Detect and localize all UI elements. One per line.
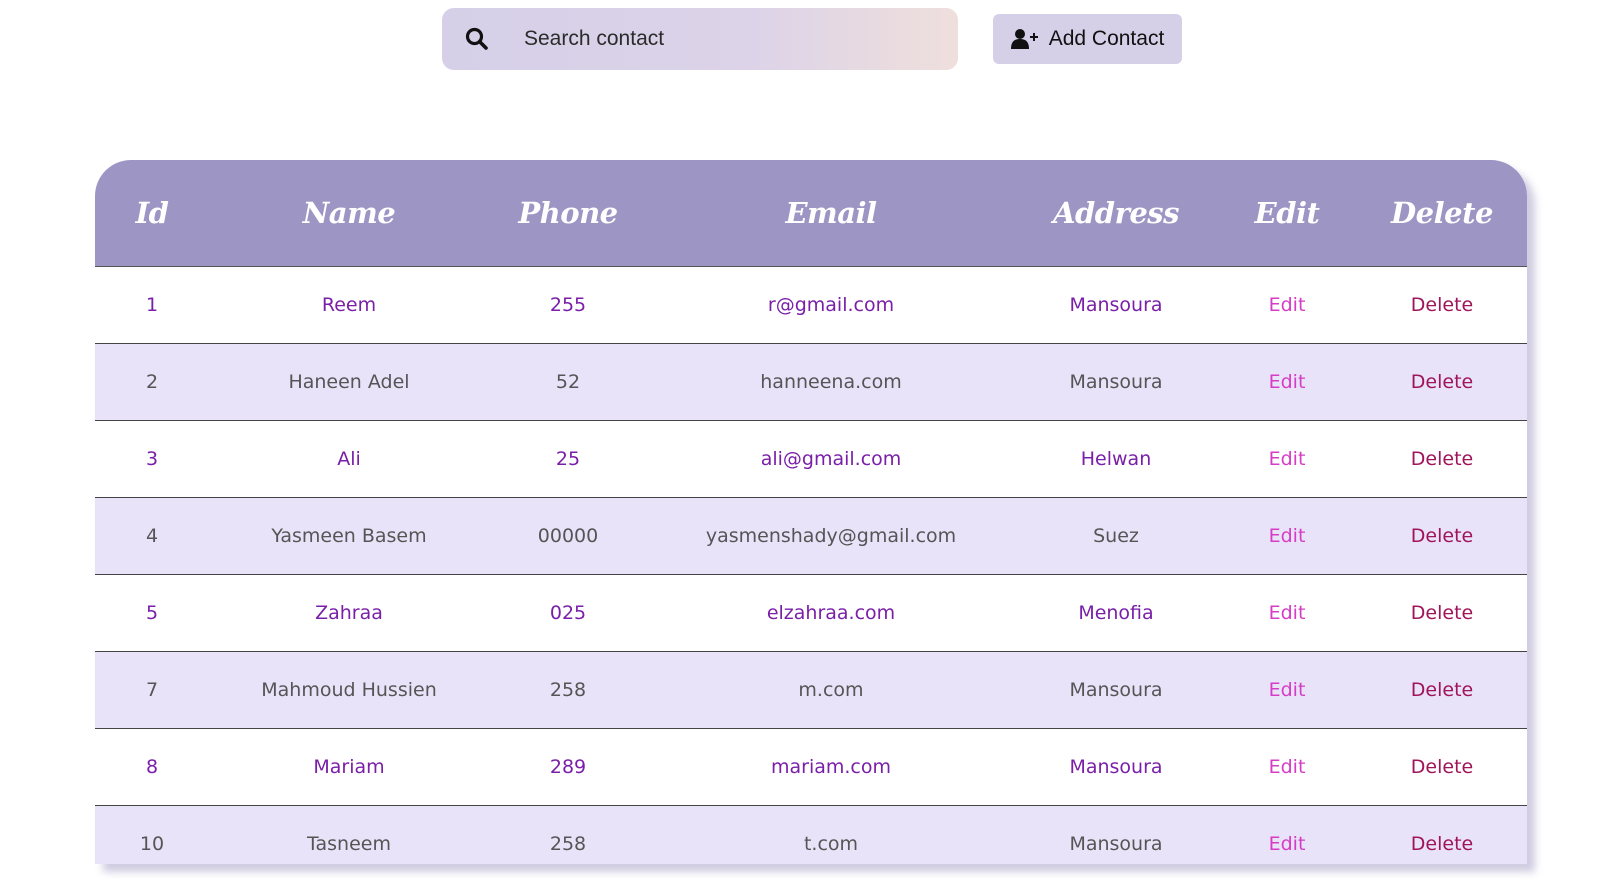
cell-email: m.com: [647, 651, 1015, 729]
add-contact-button[interactable]: Add Contact: [993, 14, 1182, 64]
cell-phone: 52: [489, 343, 647, 421]
cell-name: Zahraa: [209, 574, 489, 652]
edit-link[interactable]: Edit: [1217, 497, 1357, 575]
cell-email: yasmenshady@gmail.com: [647, 497, 1015, 575]
cell-id: 1: [95, 266, 209, 344]
cell-address: Mansoura: [1015, 343, 1217, 421]
header-name: Name: [209, 160, 489, 267]
edit-link[interactable]: Edit: [1217, 651, 1357, 729]
cell-name: Reem: [209, 266, 489, 344]
cell-address: Helwan: [1015, 420, 1217, 498]
header-id: Id: [95, 160, 209, 267]
search-input[interactable]: [524, 8, 944, 70]
header-email: Email: [647, 160, 1015, 267]
edit-link[interactable]: Edit: [1217, 266, 1357, 344]
table-row: 3 Ali 25 ali@gmail.com Helwan Edit Delet…: [95, 420, 1527, 498]
delete-link[interactable]: Delete: [1357, 266, 1527, 344]
cell-address: Mansoura: [1015, 728, 1217, 806]
cell-id: 4: [95, 497, 209, 575]
delete-link[interactable]: Delete: [1357, 574, 1527, 652]
add-user-icon: [1010, 29, 1038, 49]
cell-email: mariam.com: [647, 728, 1015, 806]
cell-email: t.com: [803, 832, 859, 855]
table-row: 2 Haneen Adel 52 hanneena.com Mansoura E…: [95, 343, 1527, 421]
table-row: 10 Tasneem 258 t.com Mansoura Edit Delet…: [95, 805, 1527, 864]
table-row: 8 Mariam 289 mariam.com Mansoura Edit De…: [95, 728, 1527, 806]
cell-id: 10: [139, 832, 165, 855]
cell-name: Mahmoud Hussien: [209, 651, 489, 729]
header-phone: Phone: [489, 160, 647, 267]
cell-email: ali@gmail.com: [647, 420, 1015, 498]
cell-id: 8: [95, 728, 209, 806]
cell-email: elzahraa.com: [647, 574, 1015, 652]
cell-id: 2: [95, 343, 209, 421]
header-delete: Delete: [1357, 160, 1527, 267]
cell-phone: 289: [489, 728, 647, 806]
toolbar: Add Contact: [0, 8, 1619, 70]
header-edit: Edit: [1217, 160, 1357, 267]
cell-phone: 025: [489, 574, 647, 652]
search-icon[interactable]: [464, 26, 490, 52]
cell-name: Yasmeen Basem: [209, 497, 489, 575]
edit-link[interactable]: Edit: [1217, 343, 1357, 421]
search-box[interactable]: [442, 8, 958, 70]
cell-name: Mariam: [209, 728, 489, 806]
table-row: 4 Yasmeen Basem 00000 yasmenshady@gmail.…: [95, 497, 1527, 575]
cell-phone: 25: [489, 420, 647, 498]
header-address: Address: [1015, 160, 1217, 267]
delete-link[interactable]: Delete: [1357, 343, 1527, 421]
cell-address: Menofia: [1015, 574, 1217, 652]
cell-id: 3: [95, 420, 209, 498]
cell-phone: 255: [489, 266, 647, 344]
cell-id: 5: [95, 574, 209, 652]
cell-name: Ali: [209, 420, 489, 498]
cell-email: r@gmail.com: [647, 266, 1015, 344]
cell-name: Haneen Adel: [209, 343, 489, 421]
table-row: 5 Zahraa 025 elzahraa.com Menofia Edit D…: [95, 574, 1527, 652]
cell-name: Tasneem: [307, 832, 391, 855]
edit-link[interactable]: Edit: [1217, 805, 1357, 864]
edit-link[interactable]: Edit: [1217, 420, 1357, 498]
cell-email: hanneena.com: [647, 343, 1015, 421]
cell-address: Mansoura: [1015, 266, 1217, 344]
delete-link[interactable]: Delete: [1357, 728, 1527, 806]
table-header-row: Id Name Phone Email Address Edit Delete: [95, 160, 1527, 267]
edit-link[interactable]: Edit: [1217, 574, 1357, 652]
delete-link[interactable]: Delete: [1357, 497, 1527, 575]
delete-link[interactable]: Delete: [1357, 651, 1527, 729]
cell-address: Mansoura: [1069, 832, 1163, 855]
cell-address: Suez: [1015, 497, 1217, 575]
cell-phone: 00000: [489, 497, 647, 575]
cell-address: Mansoura: [1015, 651, 1217, 729]
add-contact-label: Add Contact: [1048, 27, 1165, 50]
cell-phone: 258: [489, 651, 647, 729]
table-row: 1 Reem 255 r@gmail.com Mansoura Edit Del…: [95, 266, 1527, 344]
cell-id: 7: [95, 651, 209, 729]
delete-link[interactable]: Delete: [1357, 805, 1527, 864]
cell-phone: 258: [549, 832, 587, 855]
table-row: 7 Mahmoud Hussien 258 m.com Mansoura Edi…: [95, 651, 1527, 729]
contacts-table-container: Id Name Phone Email Address Edit Delete …: [95, 160, 1527, 864]
contacts-table: Id Name Phone Email Address Edit Delete …: [95, 160, 1527, 864]
edit-link[interactable]: Edit: [1217, 728, 1357, 806]
delete-link[interactable]: Delete: [1357, 420, 1527, 498]
